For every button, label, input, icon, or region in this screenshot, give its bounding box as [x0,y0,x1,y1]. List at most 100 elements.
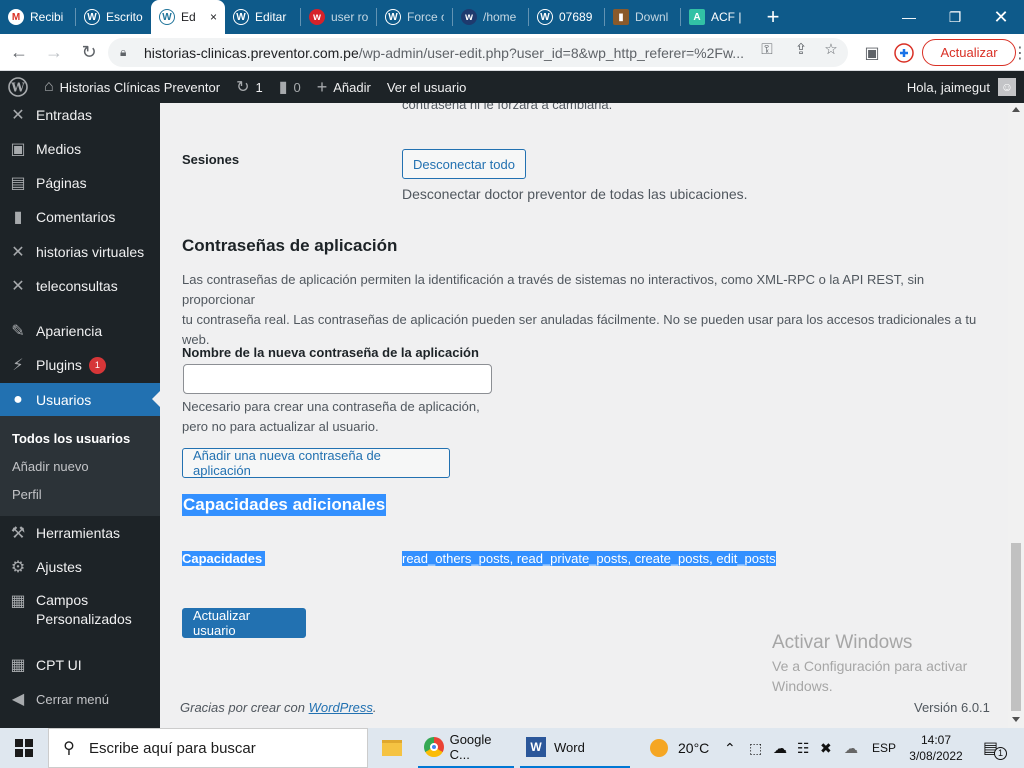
menu-label: Entradas [36,107,93,123]
logout-everywhere-button[interactable]: Desconectar todo [402,149,526,179]
brush-icon: ✎ [11,323,25,340]
browser-tab[interactable]: W Force c [377,0,452,34]
menu-label: Cerrar menú [36,691,109,707]
capabilities-label: Capacidades [182,551,265,566]
key-icon[interactable]: ⚿ [756,38,778,60]
my-account-link[interactable]: Hola, jaimegut ☺ [907,71,1016,103]
notification-center-icon[interactable]: ▤ 1 [980,728,1010,768]
menu-paginas[interactable]: ▤ Páginas [0,171,160,195]
submenu-anadir-nuevo[interactable]: Añadir nuevo [12,459,89,474]
windows-taskbar: ⚲ Escribe aquí para buscar Google C... W… [0,728,1024,768]
clock[interactable]: 14:07 3/08/2022 [908,728,964,768]
extra-capabilities-title: Capacidades adicionales [182,494,387,516]
new-app-password-input[interactable] [183,364,492,394]
collapse-icon: ◀ [11,691,25,708]
comments-link[interactable]: ▮ 0 [271,71,309,103]
forward-icon[interactable]: → [38,36,70,68]
browser-tab[interactable]: W 07689 [529,0,604,34]
menu-label: Ajustes [36,559,82,575]
browser-update-button[interactable]: Actualizar [922,39,1016,66]
submenu-perfil[interactable]: Perfil [12,487,42,502]
menu-historias-virtuales[interactable]: ✕ historias virtuales [0,240,160,264]
menu-usuarios[interactable]: ● Usuarios [0,383,160,417]
browser-menu-icon[interactable]: ⋮ [1012,38,1024,67]
menu-medios[interactable]: ▣ Medios [0,137,160,161]
side-panel-icon[interactable]: ▣ [862,38,882,67]
page-scrollbar[interactable] [1008,103,1024,728]
language-indicator[interactable]: ESP [872,728,896,768]
update-user-button[interactable]: Actualizar usuario [182,608,306,638]
restore-window-icon[interactable]: ❐ [932,0,978,34]
browser-tab[interactable]: W Escrito [76,0,151,34]
menu-entradas[interactable]: ✕ Entradas [0,103,160,127]
tray-chevron-icon[interactable]: ⌃ [724,728,736,768]
taskbar-chrome[interactable]: Google C... [418,728,514,768]
capabilities-value: read_others_posts, read_private_posts, c… [402,551,776,566]
scroll-up-arrow-icon[interactable] [1012,107,1020,112]
wordpress-icon: W [84,9,100,25]
taskbar-search-box[interactable]: ⚲ Escribe aquí para buscar [48,728,368,768]
updates-count: 1 [255,79,263,95]
profile-avatar-icon[interactable] [892,38,916,67]
add-new-link[interactable]: + Añadir [309,71,379,103]
version-text: Versión 6.0.1 [914,700,990,715]
scroll-down-arrow-icon[interactable] [1012,717,1020,722]
back-icon[interactable]: ← [3,36,35,68]
menu-campos-personalizados[interactable]: ▦ Campos Personalizados [0,591,160,633]
tab-title: /home [483,10,517,24]
menu-label: Plugins [36,357,82,373]
bookmark-star-icon[interactable]: ☆ [820,38,842,60]
admin-sidebar: ✕ Entradas ▣ Medios ▤ Páginas ▮ Comentar… [0,103,160,728]
app-passwords-title: Contraseñas de aplicación [182,236,398,255]
wp-logo-icon[interactable]: W [0,71,36,103]
taskbar-word[interactable]: W Word [520,728,630,768]
site-name-link[interactable]: ⌂ Historias Clínicas Preventor [36,71,228,103]
menu-plugins[interactable]: ⚡ Plugins 1 [0,353,160,377]
menu-comentarios[interactable]: ▮ Comentarios [0,205,160,229]
browser-tab[interactable]: w user ro [301,0,376,34]
share-icon[interactable]: ⇪ [790,38,812,60]
tray-cloud-icon[interactable]: ☁ [773,728,787,768]
add-app-password-button[interactable]: Añadir una nueva contraseña de aplicació… [182,448,450,478]
tray-volume-muted-icon[interactable]: ✖ [820,728,832,768]
address-bar[interactable]: 🔒︎ historias-clinicas.preventor.com.pe/w… [108,38,848,67]
scroll-thumb[interactable] [1011,543,1021,711]
menu-label: Medios [36,141,82,157]
tab-title: ACF | [711,10,742,24]
new-tab-button[interactable]: + [756,0,790,34]
menu-teleconsultas[interactable]: ✕ teleconsultas [0,274,160,298]
updates-link[interactable]: ↻ 1 [228,71,271,103]
browser-tab[interactable]: A ACF | [681,0,756,34]
activate-windows-text: Ve a Configuración para activar Windows. [772,658,968,694]
browser-tab[interactable]: w /home [453,0,528,34]
tray-network-icon[interactable]: ☷ [797,728,810,768]
submenu-todos-los-usuarios[interactable]: Todos los usuarios [12,431,130,446]
minimize-window-icon[interactable]: — [886,0,932,34]
close-tab-icon[interactable]: × [210,10,217,24]
browser-tab[interactable]: M Recibi [0,0,75,34]
wordpress-link[interactable]: WordPress [309,700,373,715]
view-user-link[interactable]: Ver el usuario [379,71,475,103]
site-name: Historias Clínicas Preventor [59,79,221,95]
windows-start-icon[interactable] [0,728,48,768]
close-window-icon[interactable]: ✕ [978,0,1024,34]
browser-tab[interactable]: ▮ Downl [605,0,680,34]
tray-onedrive-icon[interactable]: ☁ [844,728,858,768]
menu-ajustes[interactable]: ⚙ Ajustes [0,555,160,579]
menu-label: CPT UI [36,657,82,673]
browser-tab-active[interactable]: W Ed × [151,0,225,34]
menu-cpt-ui[interactable]: ▦ CPT UI [0,653,160,677]
tray-meet-icon[interactable]: ⬚ [749,728,762,768]
browser-tab[interactable]: W Editar [225,0,300,34]
menu-collapse[interactable]: ◀ Cerrar menú [0,687,160,711]
taskbar-file-explorer[interactable] [376,728,408,768]
menu-apariencia[interactable]: ✎ Apariencia [0,319,160,343]
weather-widget[interactable]: 20°C [650,728,709,768]
grid-icon: ▦ [10,657,26,674]
wordpress-icon: W [159,9,175,25]
menu-herramientas[interactable]: ⚒ Herramientas [0,521,160,545]
url-text[interactable]: historias-clinicas.preventor.com.pe/wp-a… [144,45,744,61]
reload-icon[interactable]: ↻ [73,36,105,68]
weather-temp: 20°C [678,740,710,756]
lock-icon[interactable]: 🔒︎ [120,45,134,60]
